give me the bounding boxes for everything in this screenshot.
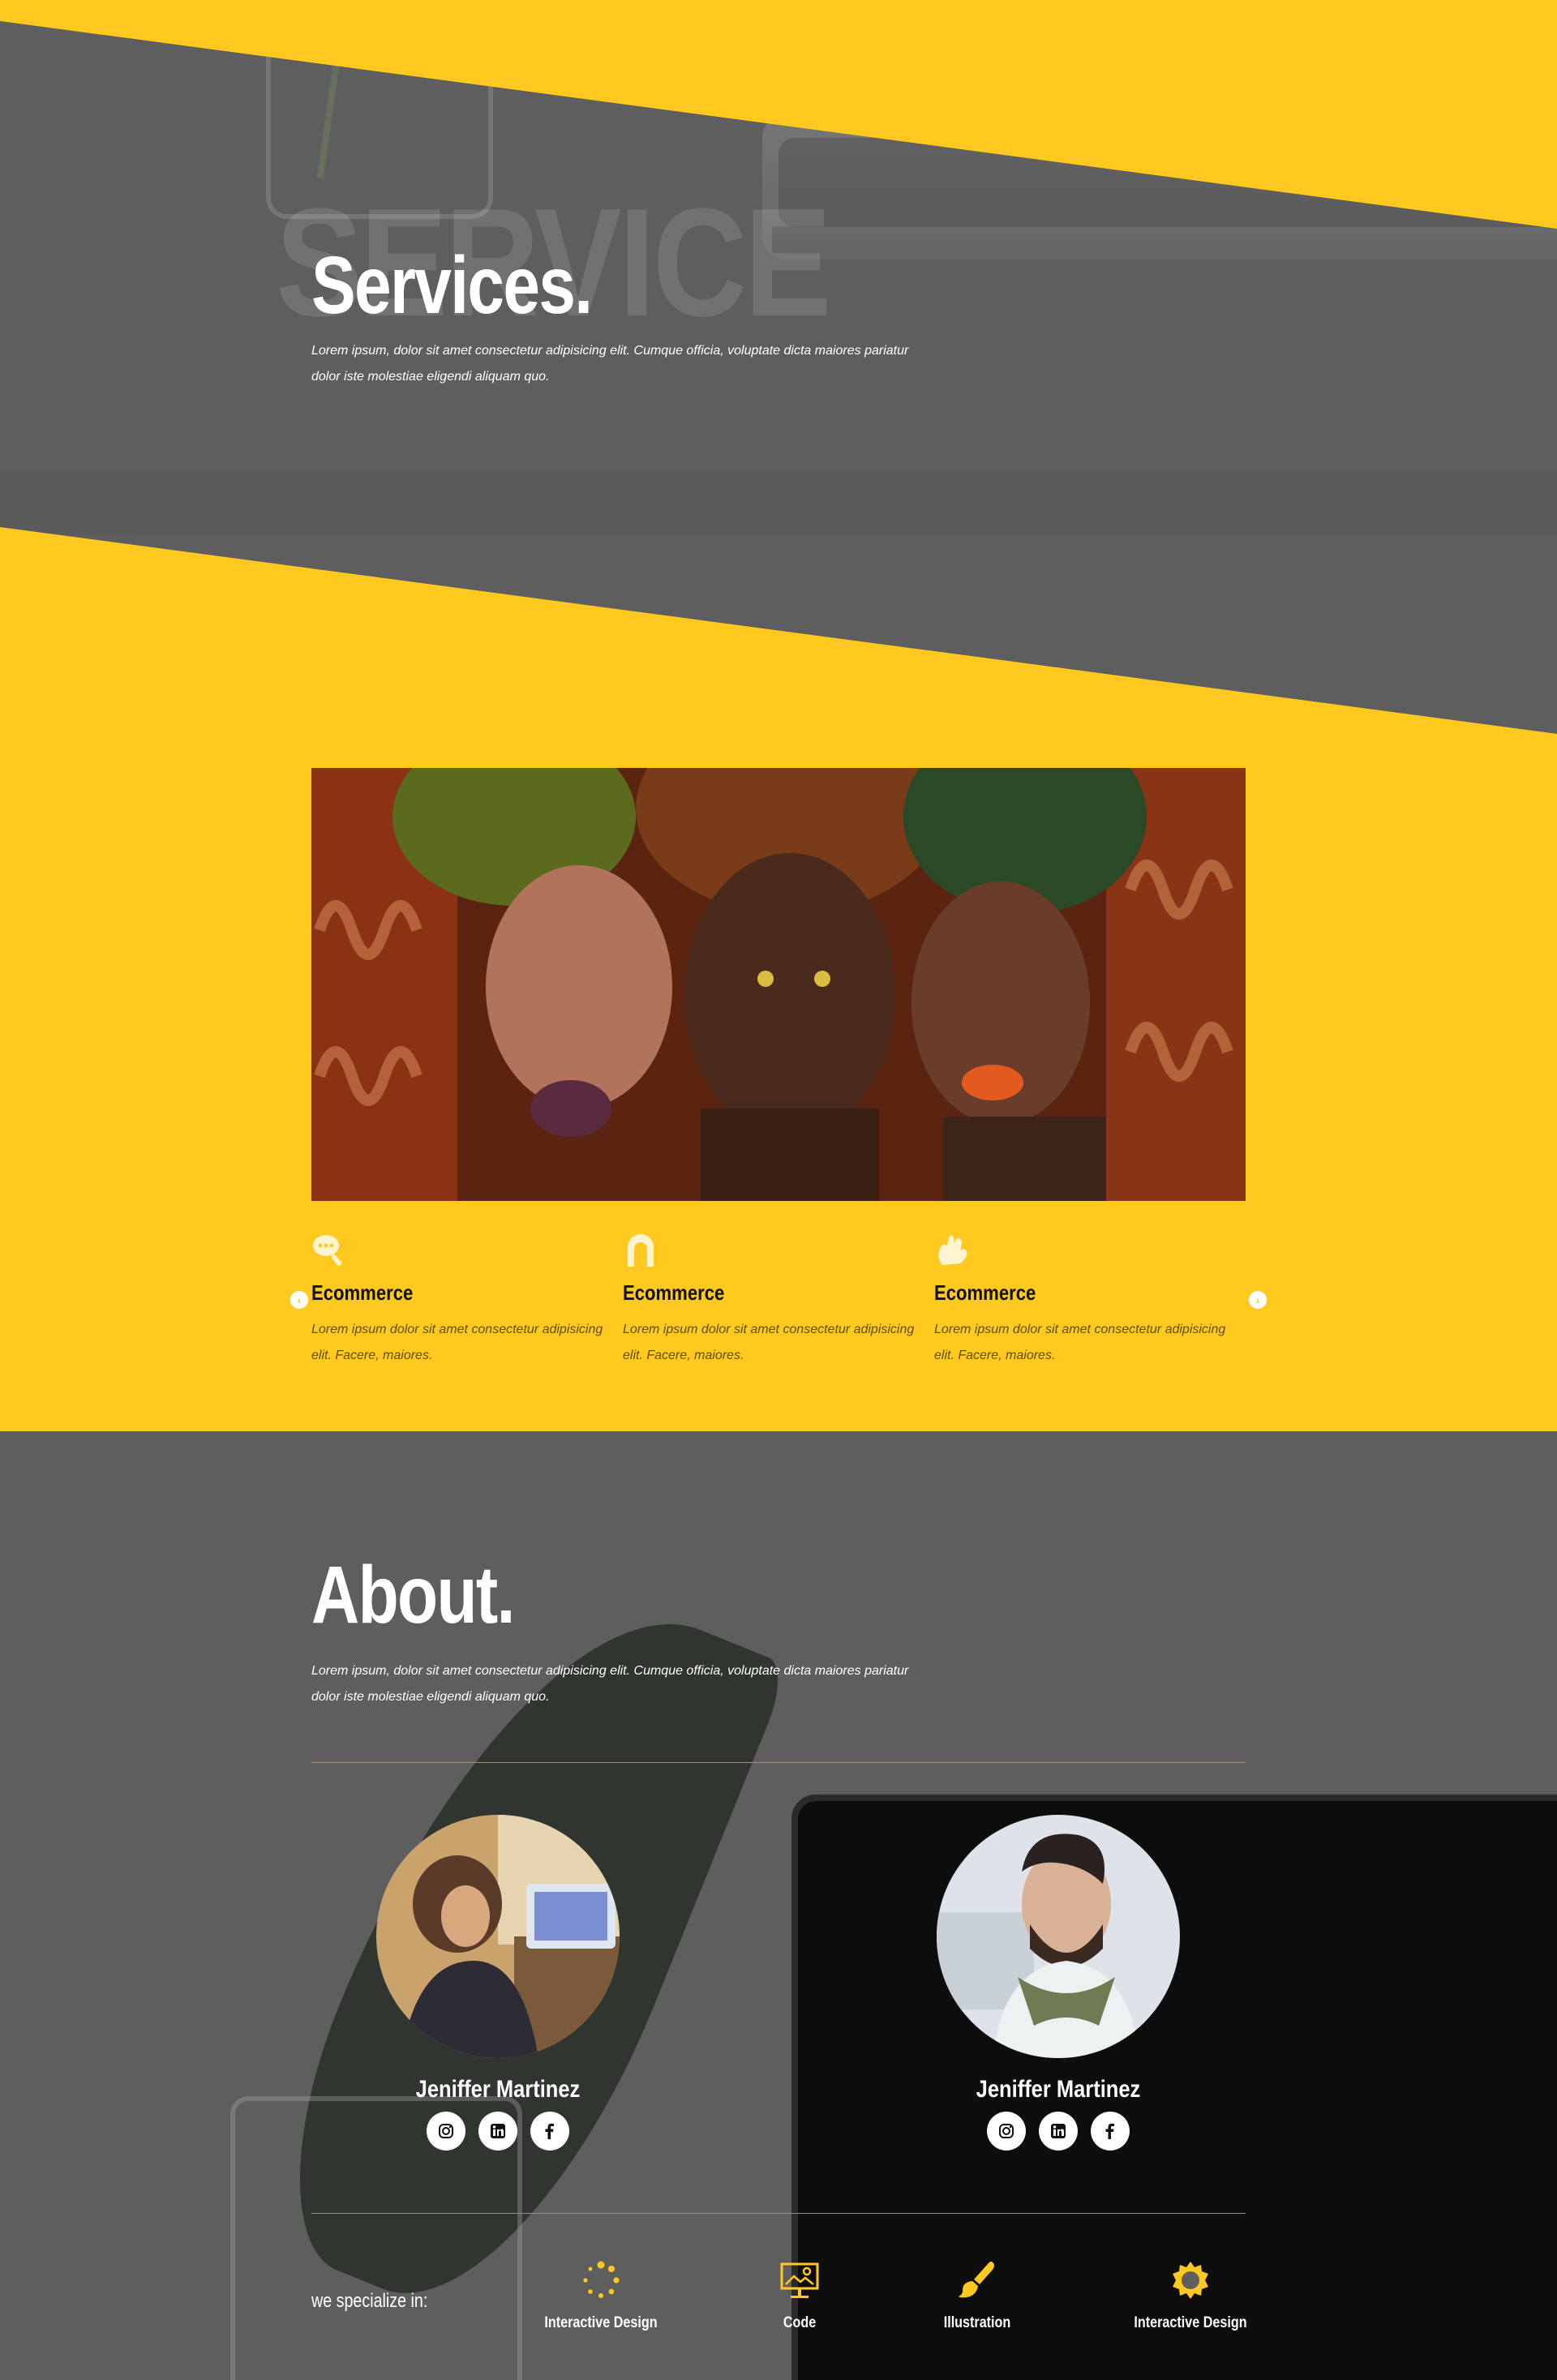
specialty-label: Code (783, 2314, 817, 2331)
sun-gear-icon (1173, 2262, 1208, 2299)
specialty-label: Interactive Design (1134, 2314, 1247, 2331)
instagram-icon (999, 2124, 1014, 2138)
facebook-icon (1105, 2123, 1114, 2139)
member-name: Jeniffer Martinez (415, 2076, 581, 2103)
services-lead: Lorem ipsum, dolor sit amet consectetur … (311, 344, 909, 384)
services-title: Services. (311, 240, 593, 331)
about-section: About. Lorem ipsum, dolor sit amet conse… (0, 1431, 1557, 2380)
facebook-button[interactable] (530, 2112, 569, 2151)
linkedin-button[interactable] (478, 2112, 517, 2151)
about-lead: Lorem ipsum, dolor sit amet consectetur … (311, 1664, 909, 1704)
yellow-band-shape (0, 527, 1557, 1431)
specialty-label: Illustration (943, 2314, 1011, 2331)
specialty-item: Illustration (896, 2260, 1058, 2332)
specialty-item: Code (718, 2260, 881, 2332)
facebook-button[interactable] (1091, 2112, 1130, 2151)
linkedin-button[interactable] (1039, 2112, 1078, 2151)
instagram-icon (439, 2124, 453, 2138)
team-member-card: Jeniffer Martinez (368, 1815, 628, 2151)
team-member-card: Jeniffer Martinez (929, 1815, 1188, 2151)
social-links (368, 2112, 628, 2151)
top-accent-shape (0, 0, 1557, 229)
paint-brush-icon (959, 2261, 994, 2298)
loading-dots-icon (583, 2261, 620, 2298)
specialize-label: we specialize in: (311, 2290, 428, 2312)
social-links (929, 2112, 1188, 2151)
instagram-button[interactable] (427, 2112, 465, 2151)
facebook-icon (545, 2123, 554, 2139)
linkedin-icon (1051, 2124, 1066, 2138)
specialty-item: Interactive Design (520, 2260, 682, 2332)
avatar (937, 1815, 1180, 2058)
divider (311, 2213, 1246, 2214)
member-name: Jeniffer Martinez (976, 2076, 1141, 2103)
linkedin-icon (491, 2124, 505, 2138)
instagram-button[interactable] (987, 2112, 1026, 2151)
specialty-item: Interactive Design (1109, 2260, 1272, 2332)
specialty-label: Interactive Design (544, 2314, 658, 2331)
presentation-board-icon (780, 2262, 819, 2298)
about-title: About. (311, 1550, 515, 1640)
avatar (376, 1815, 620, 2058)
divider (311, 1762, 1246, 1763)
